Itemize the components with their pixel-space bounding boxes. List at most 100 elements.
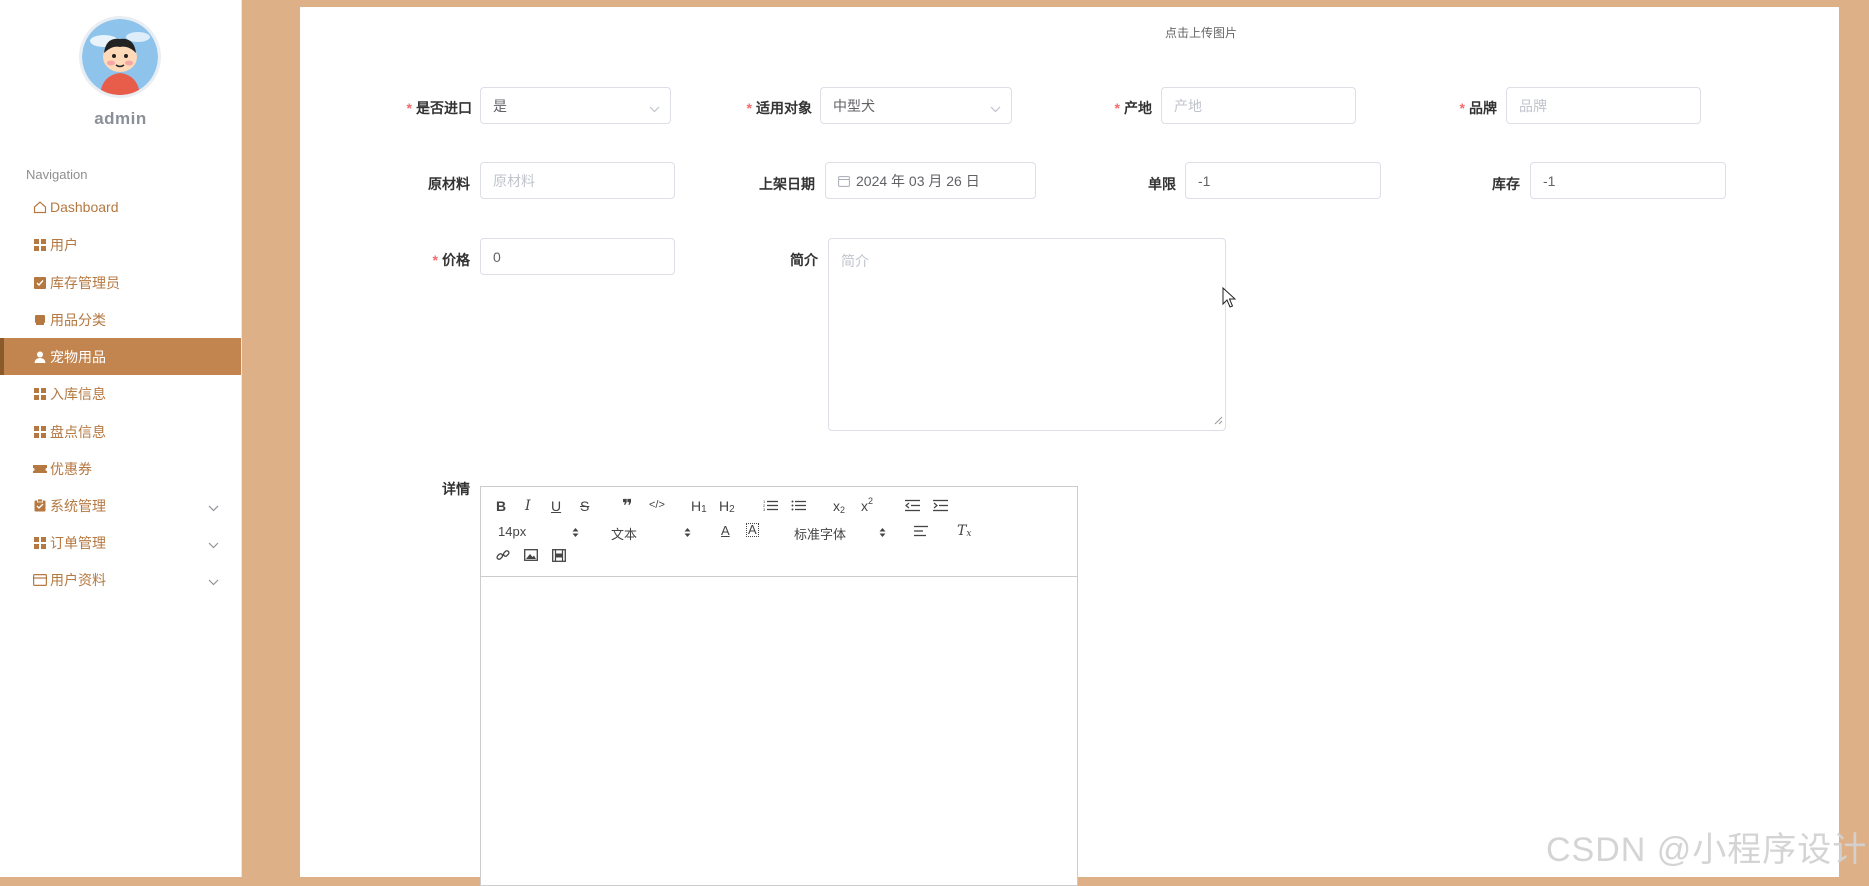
select-arrows-icon xyxy=(572,525,579,543)
price-value: 0 xyxy=(493,248,501,265)
code-icon[interactable]: </> xyxy=(649,499,665,511)
sidebar-item-label: 订单管理 xyxy=(50,534,106,551)
person-icon xyxy=(33,350,47,364)
home-icon xyxy=(33,200,47,214)
material-input[interactable]: 原材料 xyxy=(480,162,675,199)
brand-input[interactable]: 品牌 xyxy=(1506,87,1701,124)
card-icon xyxy=(33,573,47,587)
sidebar-item-label: 系统管理 xyxy=(50,497,106,514)
svg-text:3: 3 xyxy=(763,507,766,512)
sidebar-item-users[interactable]: 用户 xyxy=(0,226,241,263)
chevron-down-icon xyxy=(208,499,219,515)
intro-textarea[interactable]: 简介 xyxy=(828,238,1226,431)
avatar[interactable] xyxy=(79,16,161,98)
font-color-icon[interactable]: A xyxy=(721,523,730,538)
text-type-select[interactable]: 文本 xyxy=(611,524,637,543)
subscript-icon[interactable]: x2 xyxy=(833,498,845,515)
sidebar-item-orders[interactable]: 订单管理 xyxy=(0,524,241,561)
chevron-down-icon xyxy=(208,536,219,552)
resize-handle-icon[interactable] xyxy=(1214,412,1223,428)
sidebar-item-label: 盘点信息 xyxy=(50,423,106,440)
stock-value: -1 xyxy=(1543,172,1556,189)
sidebar-item-inbound[interactable]: 入库信息 xyxy=(0,375,241,412)
video-icon[interactable] xyxy=(552,549,566,562)
grid-icon xyxy=(33,425,47,439)
sidebar-item-categories[interactable]: 用品分类 xyxy=(0,301,241,338)
link-icon[interactable] xyxy=(496,548,510,562)
material-label: 原材料 xyxy=(428,176,470,192)
watermark: CSDN @小程序设计 xyxy=(1546,831,1868,869)
bold-icon[interactable]: B xyxy=(496,498,506,514)
underline-icon[interactable]: U xyxy=(551,498,561,514)
intro-placeholder: 简介 xyxy=(841,253,869,269)
ordered-list-icon[interactable]: 123 xyxy=(763,499,778,512)
sidebar-item-label: 用户 xyxy=(50,236,78,253)
italic-icon[interactable]: I xyxy=(525,498,531,514)
intro-label: 简介 xyxy=(790,252,818,268)
select-arrows-icon xyxy=(879,525,886,543)
target-label: * 适用对象 xyxy=(746,100,812,116)
origin-label: * 产地 xyxy=(1114,100,1152,116)
grid-icon xyxy=(33,536,47,550)
rich-text-editor[interactable]: B I U S ❞ </> H1 H2 123 x2 x2 14px 文本 A … xyxy=(480,486,1078,886)
bullet-list-icon[interactable] xyxy=(791,499,806,512)
grid-icon xyxy=(33,387,47,401)
sidebar-item-label: 用户资料 xyxy=(50,571,106,588)
shelf-date-label: 上架日期 xyxy=(759,176,815,192)
sidebar-item-profile[interactable]: 用户资料 xyxy=(0,561,241,598)
upload-image-link[interactable]: 点击上传图片 xyxy=(1165,24,1237,41)
sidebar-item-system[interactable]: 系统管理 xyxy=(0,487,241,524)
box-icon xyxy=(33,313,47,327)
heading1-icon[interactable]: H1 xyxy=(691,498,707,515)
heading2-icon[interactable]: H2 xyxy=(719,498,735,515)
username: admin xyxy=(94,109,147,128)
sidebar-item-label: 库存管理员 xyxy=(50,274,120,291)
clipboard-icon xyxy=(33,499,47,513)
price-input[interactable]: 0 xyxy=(480,238,675,275)
shelf-date-picker[interactable]: 2024 年 03 月 26 日 xyxy=(825,162,1036,199)
indent-icon[interactable] xyxy=(933,499,948,512)
nav-title: Navigation xyxy=(26,167,88,182)
is-import-select[interactable]: 是 xyxy=(480,87,671,124)
is-import-label: * 是否进口 xyxy=(406,100,472,116)
font-family-select[interactable]: 标准字体 xyxy=(794,524,846,543)
origin-input[interactable]: 产地 xyxy=(1161,87,1356,124)
is-import-value: 是 xyxy=(493,97,507,114)
chevron-down-icon xyxy=(990,100,1001,116)
sidebar-item-label: 优惠券 xyxy=(50,460,92,477)
stock-input[interactable]: -1 xyxy=(1530,162,1726,199)
sidebar-item-coupons[interactable]: 优惠券 xyxy=(0,450,241,487)
limit-value: -1 xyxy=(1198,172,1211,189)
align-icon[interactable] xyxy=(914,525,928,537)
calendar-icon xyxy=(838,175,850,187)
stock-label: 库存 xyxy=(1492,176,1520,192)
blockquote-icon[interactable]: ❞ xyxy=(622,496,633,517)
brand-label: * 品牌 xyxy=(1459,100,1497,116)
limit-label: 单限 xyxy=(1148,176,1176,192)
clear-format-icon[interactable]: Tx xyxy=(957,523,971,539)
font-size-value: 14px xyxy=(498,524,527,539)
target-value: 中型犬 xyxy=(833,97,875,114)
limit-input[interactable]: -1 xyxy=(1185,162,1381,199)
sidebar-item-pet-supplies[interactable]: 宠物用品 xyxy=(0,338,241,375)
background-color-icon[interactable]: A xyxy=(746,523,759,537)
material-placeholder: 原材料 xyxy=(493,172,535,189)
brand-placeholder: 品牌 xyxy=(1519,97,1547,114)
sidebar-item-inventory[interactable]: 盘点信息 xyxy=(0,413,241,450)
strikethrough-icon[interactable]: S xyxy=(580,498,589,514)
sidebar-item-stock-admin[interactable]: 库存管理员 xyxy=(0,264,241,301)
sidebar-item-dashboard[interactable]: Dashboard xyxy=(0,188,241,225)
text-type-value: 文本 xyxy=(611,527,638,542)
check-square-icon xyxy=(33,276,47,290)
superscript-icon[interactable]: x2 xyxy=(861,496,873,514)
font-size-select[interactable]: 14px xyxy=(498,524,526,539)
sidebar: admin Navigation Dashboard 用户 库存管理员 用品分类… xyxy=(0,0,242,877)
sidebar-item-label: 用品分类 xyxy=(50,311,106,328)
image-icon[interactable] xyxy=(524,549,538,561)
chevron-down-icon xyxy=(649,100,660,116)
outdent-icon[interactable] xyxy=(905,499,920,512)
font-family-value: 标准字体 xyxy=(794,527,847,542)
sidebar-item-label: 入库信息 xyxy=(50,385,106,402)
target-select[interactable]: 中型犬 xyxy=(820,87,1012,124)
mouse-cursor-icon xyxy=(1222,286,1237,314)
